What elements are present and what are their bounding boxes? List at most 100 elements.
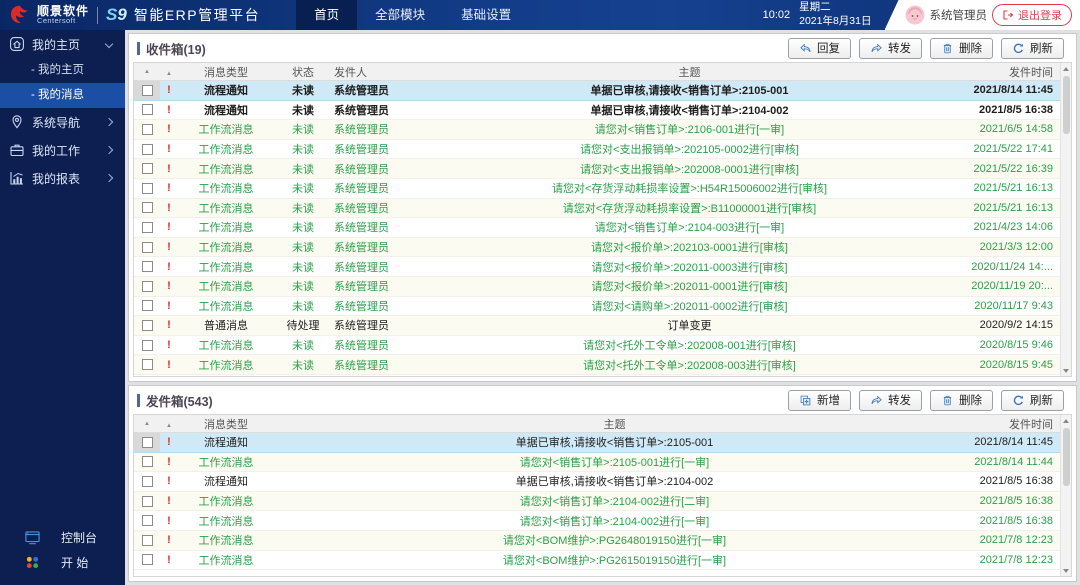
table-row[interactable]: !流程通知单据已审核,请接收<销售订单>:2105-0012021/8/14 1… bbox=[134, 433, 1071, 453]
cell-status: 未读 bbox=[274, 357, 332, 373]
table-row[interactable]: !工作流消息未读系统管理员请您对<存货浮动耗损率设置>:B11000001进行[… bbox=[134, 199, 1071, 219]
row-checkbox[interactable] bbox=[142, 222, 153, 233]
col-subject[interactable]: 主题 bbox=[424, 64, 955, 80]
row-checkbox[interactable] bbox=[142, 456, 153, 467]
scroll-down-icon[interactable] bbox=[1061, 365, 1072, 376]
row-checkbox[interactable] bbox=[142, 281, 153, 292]
col-type[interactable]: 消息类型 bbox=[178, 416, 274, 432]
table-row[interactable]: !流程通知未读系统管理员单据已审核,请接收<销售订单>:2104-0022021… bbox=[134, 101, 1071, 121]
button-label: 转发 bbox=[888, 40, 911, 56]
table-row[interactable]: !工作流消息未读系统管理员请您对<托外工令单>:202008-001进行[审核]… bbox=[134, 336, 1071, 356]
col-subject[interactable]: 主题 bbox=[274, 416, 955, 432]
row-select-cell bbox=[134, 453, 160, 472]
outbox-grid: ▲▲消息类型主题发件时间 !流程通知单据已审核,请接收<销售订单>:2105-0… bbox=[133, 414, 1072, 577]
scroll-up-icon[interactable] bbox=[1061, 415, 1072, 426]
row-checkbox[interactable] bbox=[142, 183, 153, 194]
row-checkbox[interactable] bbox=[142, 300, 153, 311]
sidebar-item[interactable]: 我的报表 bbox=[0, 164, 125, 192]
table-row[interactable]: !普通消息待处理系统管理员订单变更2020/9/2 14:15 bbox=[134, 316, 1071, 336]
scroll-thumb[interactable] bbox=[1063, 76, 1070, 134]
toolbar: 回复 转发 删除刷新 bbox=[788, 38, 1068, 59]
row-checkbox[interactable] bbox=[142, 261, 153, 272]
nav-item[interactable]: 全部模块 bbox=[357, 0, 443, 30]
outbox-trash-button[interactable]: 删除 bbox=[930, 390, 993, 411]
outbox-add-button[interactable]: 新增 bbox=[788, 390, 851, 411]
outbox-refresh-button[interactable]: 刷新 bbox=[1001, 390, 1064, 411]
table-row[interactable]: !工作流消息未读系统管理员请您对<报价单>:202103-0001进行[审核]2… bbox=[134, 238, 1071, 258]
table-row[interactable]: !工作流消息未读系统管理员请您对<销售订单>:2106-001进行[一审]202… bbox=[134, 120, 1071, 140]
table-row[interactable]: !工作流消息未读系统管理员请您对<报价单>:202011-0003进行[审核]2… bbox=[134, 257, 1071, 277]
sidebar-item-label: 我的工作 bbox=[32, 142, 80, 159]
row-flag-cell: ! bbox=[160, 456, 178, 468]
table-row[interactable]: !工作流消息请您对<销售订单>:2105-001进行[一审]2021/8/14 … bbox=[134, 453, 1071, 473]
table-row[interactable]: !工作流消息未读系统管理员请您对<存货浮动耗损率设置>:H54R15006002… bbox=[134, 179, 1071, 199]
sidebar-footer-item[interactable]: 开 始 bbox=[0, 550, 125, 575]
row-checkbox[interactable] bbox=[142, 124, 153, 135]
cell-sender: 系统管理员 bbox=[332, 298, 424, 314]
table-row[interactable]: !流程通知单据已审核,请接收<销售订单>:2104-0022021/8/5 16… bbox=[134, 472, 1071, 492]
cell-sender: 系统管理员 bbox=[332, 357, 424, 373]
outbox-forward-button[interactable]: 转发 bbox=[859, 390, 922, 411]
row-select-cell bbox=[134, 238, 160, 257]
sidebar-footer-item[interactable]: 控制台 bbox=[0, 525, 125, 550]
table-row[interactable]: !工作流消息请您对<销售订单>:2104-002进行[二审]2021/8/5 1… bbox=[134, 492, 1071, 512]
sidebar-item[interactable]: 我的主页 bbox=[0, 30, 125, 58]
col-type[interactable]: 消息类型 bbox=[178, 64, 274, 80]
table-row[interactable]: !工作流消息请您对<BOM维护>:PG2615019150进行[一审]2021/… bbox=[134, 551, 1071, 571]
inbox-refresh-button[interactable]: 刷新 bbox=[1001, 38, 1064, 59]
cell-time: 2021/8/5 16:38 bbox=[955, 104, 1059, 116]
inbox-forward-button[interactable]: 转发 bbox=[859, 38, 922, 59]
row-checkbox[interactable] bbox=[142, 437, 153, 448]
row-checkbox[interactable] bbox=[142, 496, 153, 507]
table-row[interactable]: !工作流消息未读系统管理员请您对<托外工令单>:202008-003进行[审核]… bbox=[134, 355, 1071, 375]
table-row[interactable]: !工作流消息未读系统管理员请您对<支出报销单>:202105-0002进行[审核… bbox=[134, 140, 1071, 160]
scroll-down-icon[interactable] bbox=[1061, 565, 1072, 576]
cell-sender: 系统管理员 bbox=[332, 259, 424, 275]
row-checkbox[interactable] bbox=[142, 104, 153, 115]
row-checkbox[interactable] bbox=[142, 535, 153, 546]
priority-flag-icon: ! bbox=[167, 554, 171, 566]
col-time[interactable]: 发件时间 bbox=[955, 416, 1059, 432]
scroll-thumb[interactable] bbox=[1063, 428, 1070, 486]
cell-subject: 请您对<销售订单>:2106-001进行[一审] bbox=[424, 121, 955, 137]
row-checkbox[interactable] bbox=[142, 476, 153, 487]
row-checkbox[interactable] bbox=[142, 144, 153, 155]
cell-subject: 单据已审核,请接收<销售订单>:2105-001 bbox=[424, 82, 955, 98]
row-flag-cell: ! bbox=[160, 359, 178, 371]
table-row[interactable]: !流程通知未读系统管理员单据已审核,请接收<销售订单>:2105-0012021… bbox=[134, 81, 1071, 101]
row-checkbox[interactable] bbox=[142, 163, 153, 174]
row-checkbox[interactable] bbox=[142, 85, 153, 96]
table-row[interactable]: !工作流消息未读系统管理员请您对<报价单>:202011-0001进行[审核]2… bbox=[134, 277, 1071, 297]
row-checkbox[interactable] bbox=[142, 359, 153, 370]
sidebar-subitem[interactable]: - 我的消息 bbox=[0, 83, 125, 108]
col-time[interactable]: 发件时间 bbox=[955, 64, 1059, 80]
table-row[interactable]: !工作流消息请您对<BOM维护>:PG2648019150进行[一审]2021/… bbox=[134, 531, 1071, 551]
inbox-scrollbar[interactable] bbox=[1060, 63, 1071, 376]
row-checkbox[interactable] bbox=[142, 554, 153, 565]
logout-button[interactable]: 退出登录 bbox=[992, 4, 1072, 26]
inbox-trash-button[interactable]: 删除 bbox=[930, 38, 993, 59]
col-status[interactable]: 状态 bbox=[274, 64, 332, 80]
nav-item[interactable]: 首页 bbox=[296, 0, 357, 30]
row-checkbox[interactable] bbox=[142, 515, 153, 526]
reply-icon bbox=[799, 42, 812, 55]
inbox-reply-button[interactable]: 回复 bbox=[788, 38, 851, 59]
title-accent bbox=[137, 42, 140, 55]
scroll-up-icon[interactable] bbox=[1061, 63, 1072, 74]
outbox-scrollbar[interactable] bbox=[1060, 415, 1071, 576]
nav-item[interactable]: 基础设置 bbox=[443, 0, 529, 30]
sidebar-item[interactable]: 我的工作 bbox=[0, 136, 125, 164]
row-checkbox[interactable] bbox=[142, 340, 153, 351]
sidebar-subitem[interactable]: - 我的主页 bbox=[0, 58, 125, 83]
row-checkbox[interactable] bbox=[142, 242, 153, 253]
table-row[interactable]: !工作流消息未读系统管理员请您对<支出报销单>:202008-0001进行[审核… bbox=[134, 159, 1071, 179]
sidebar-item[interactable]: 系统导航 bbox=[0, 108, 125, 136]
row-checkbox[interactable] bbox=[142, 202, 153, 213]
table-row[interactable]: !工作流消息请您对<销售订单>:2104-002进行[一审]2021/8/5 1… bbox=[134, 511, 1071, 531]
sidebar-footer-label: 开 始 bbox=[61, 554, 88, 571]
table-row[interactable]: !工作流消息未读系统管理员请您对<请购单>:202011-0002进行[审核]2… bbox=[134, 297, 1071, 317]
row-checkbox[interactable] bbox=[142, 320, 153, 331]
table-row[interactable]: !工作流消息未读系统管理员请您对<销售订单>:2104-003进行[一审]202… bbox=[134, 218, 1071, 238]
col-sender[interactable]: 发件人 bbox=[332, 64, 424, 80]
cell-type: 工作流消息 bbox=[178, 121, 274, 137]
